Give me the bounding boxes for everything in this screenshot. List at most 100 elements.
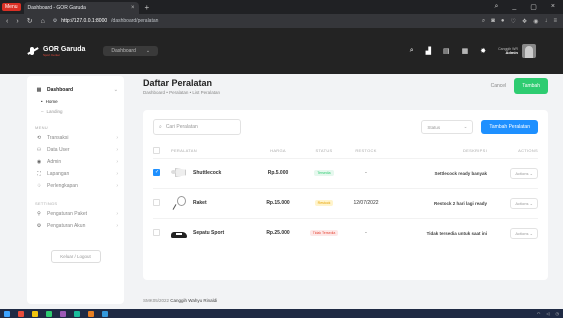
header-icons: ⌕ ▟ ▤ ▦ ✸ Canggih WR Admin [410,44,536,58]
sidebar-item-lapangan[interactable]: ⛶ Lapangan › [33,168,118,180]
folder-icon[interactable] [32,310,38,317]
clock-icon[interactable]: ◷ [556,311,560,316]
column-header[interactable]: RESTOCK [345,144,387,158]
footer-author[interactable]: Canggih Wahyu Rinaldi [170,298,217,303]
equipment-name[interactable]: Raket [193,200,207,206]
topnav-dashboard[interactable]: Dashboard ⌄ [103,46,159,56]
search-input[interactable]: ⌕ Cari Peralatan [153,119,241,135]
equipment-name[interactable]: Sepatu Sport [193,230,224,236]
actions-cell: Actions ⌄ [487,217,538,248]
avatar[interactable] [522,44,536,58]
extensions-icon[interactable]: ❖ [522,18,527,25]
site-info-icon[interactable]: ⚙ [53,18,57,24]
reload-icon[interactable]: ↻ [27,17,33,25]
sidebar-item-dashboard[interactable]: ▦ Dashboard ⌄ [33,84,118,96]
column-header: ACTIONS [518,148,538,154]
maximize-icon[interactable]: ▢ [530,3,537,11]
actions-dropdown[interactable]: Actions ⌄ [510,167,538,179]
home-icon[interactable]: ⌂ [41,18,45,25]
cancel-button[interactable]: Cancel [491,83,507,89]
status-cell: Restock [303,187,345,218]
app-icon[interactable] [74,310,80,317]
brand-sub: Sport Center [43,52,61,57]
volume-icon[interactable]: ◁ [546,311,549,316]
actions-dropdown[interactable]: Actions ⌄ [510,197,538,209]
equipment-name[interactable]: Shuttlecock [193,170,221,176]
sidebar: ▦ Dashboard ⌄ • Home – Landing MENU ⟲ Tran… [27,76,124,304]
package-icon: ⚲ [37,211,41,217]
description-cell: Settlecock ready banyak [387,157,487,188]
app-icon[interactable] [18,310,24,317]
page-title: Daftar Peralatan [143,78,213,88]
sidebar-item-label: Pengaturan Akun [47,223,86,229]
footer: SMK05/2022 Canggih Wahyu Rinaldi [143,298,217,303]
sidebar-item-label: Data User [47,147,70,153]
heart-icon[interactable]: ♡ [510,18,515,25]
chevron-right-icon: › [116,211,118,217]
browser-tab[interactable]: Dashboard - GOR Garuda × [23,2,139,14]
table-row[interactable]: Raket Rp.15.000 Restock 12/07/2022 Resto… [153,187,538,218]
sidebar-item-data-user[interactable]: ⚇ Data User › [33,144,118,156]
app-icon[interactable] [88,310,94,317]
sidebar-item-pengaturan-akun[interactable]: ⚙ Pengaturan Akun › [33,220,118,232]
sidebar-subitem-home[interactable]: • Home [33,96,118,106]
status-select[interactable]: Status ⌄ [421,120,474,134]
add-equipment-button[interactable]: Tambah Peralatan [481,120,538,134]
table-row[interactable]: Sepatu Sport Rp.25.000 Tidak Tersedia - … [153,217,538,248]
camera-icon[interactable]: ◙ [491,18,495,25]
close-icon[interactable]: × [131,5,135,11]
close-window-icon[interactable]: × [551,3,555,11]
shuttlecock-logo-icon [27,46,39,56]
logout-button[interactable]: Keluar / Logout [50,250,101,263]
table-row[interactable]: Shuttlecock Rp.5.000 Tersedia - Settleco… [153,157,538,188]
column-header[interactable]: PERALATAN [171,144,253,158]
topnav-label: Dashboard [111,48,136,54]
add-button[interactable]: Tambah [514,78,548,94]
row-checkbox[interactable] [153,168,160,176]
row-checkbox[interactable] [153,198,160,206]
notification-icon[interactable]: ▤ [443,47,450,55]
search-icon[interactable]: ⌕ [410,47,414,55]
equipment-cell: Raket [171,187,253,218]
shield-icon[interactable]: ● [501,18,505,25]
download-icon[interactable]: ↓ [544,18,547,25]
theme-icon[interactable]: ✸ [480,47,486,55]
select-all-checkbox[interactable] [153,146,160,154]
sidebar-item-admin[interactable]: ◉ Admin › [33,156,118,168]
url-field[interactable]: ⚙ http://127.0.0.1:8000/dashboard/perala… [53,18,474,24]
main-content: Daftar Peralatan Dashboard • Peralatan •… [143,76,548,280]
browser-menu-button[interactable]: Menu [2,3,21,11]
back-icon[interactable]: ‹ [6,18,8,25]
grid-icon[interactable]: ▦ [462,47,469,55]
chart-icon[interactable]: ▟ [426,47,431,55]
sidebar-item-perlengkapan[interactable]: ♢ Perlengkapan › [33,180,118,192]
windows-start-icon[interactable] [4,310,10,317]
sidebar-item-transaksi[interactable]: ⟲ Transaksi › [33,132,118,144]
profile-icon[interactable]: ◉ [533,18,538,25]
row-checkbox[interactable] [153,228,160,236]
network-icon[interactable]: ◠ [537,311,541,316]
table-header-row: PERALATAN HARGA STATUS RESTOCK DESKRIPSI… [153,144,538,158]
app-icon[interactable] [102,310,108,317]
sidebar-subitem-landing[interactable]: – Landing [33,106,118,116]
column-header[interactable]: STATUS [303,144,345,158]
sidebar-item-label: Pengaturan Paket [47,211,88,217]
brand-logo[interactable]: GOR Garuda Sport Center [27,46,85,57]
more-icon[interactable]: ≡ [553,18,557,25]
sidebar-item-pengaturan-paket[interactable]: ⚲ Pengaturan Paket › [33,208,118,220]
actions-dropdown[interactable]: Actions ⌄ [510,227,538,239]
new-tab-icon[interactable]: + [145,3,150,12]
forward-icon[interactable]: › [16,18,18,25]
column-header[interactable]: HARGA [253,144,303,158]
column-header[interactable]: DESKRIPSI [387,144,487,158]
chevron-right-icon: › [116,135,118,141]
app-icon[interactable] [46,310,52,317]
search-icon[interactable]: ⌕ [494,3,498,11]
row-select-cell [153,187,171,218]
user-menu[interactable]: Canggih WR Admin [498,44,536,58]
minimize-icon[interactable]: _ [512,3,516,11]
app-icon[interactable] [60,310,66,317]
actions-cell: Actions ⌄ [487,187,538,218]
sidebar-heading-settings: SETTINGS [35,201,58,206]
search-icon[interactable]: ⌕ [482,18,485,25]
